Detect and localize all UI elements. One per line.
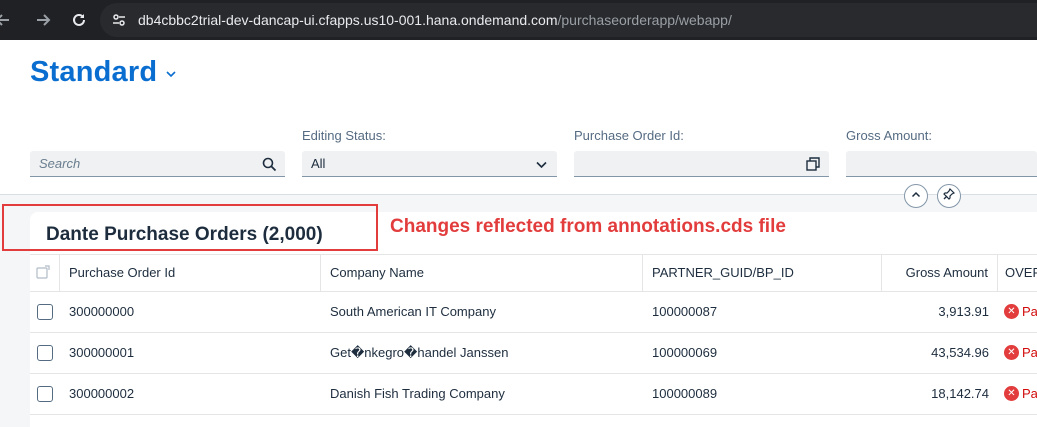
pin-header-button[interactable] [937,184,961,208]
chevron-down-icon[interactable] [165,67,177,85]
column-header-purchase-order-id[interactable]: Purchase Order Id [60,255,321,292]
editing-status-value: All [311,156,326,171]
forward-icon[interactable] [30,7,56,33]
row-checkbox[interactable] [37,345,53,361]
pin-icon [943,187,956,205]
column-header-gross-amount[interactable]: Gross Amount [882,255,998,292]
gross-amount-label: Gross Amount: [846,128,932,143]
editing-status-label: Editing Status: [302,128,386,143]
table-row[interactable]: 300000002 Danish Fish Trading Company 10… [30,374,1037,415]
table-header: Purchase Order Id Company Name PARTNER_G… [30,254,1037,292]
cell-company-name: Get�nkegro�handel Janssen [330,345,509,360]
select-all-cell[interactable] [30,255,60,292]
cell-gross-amount: 43,534.96 [931,345,989,360]
url-text[interactable]: db4cbbc2trial-dev-dancap-ui.cfapps.us10-… [138,12,732,28]
cell-bp-id: 100000089 [652,386,718,401]
search-icon[interactable] [260,155,278,173]
error-icon: ✕ [1004,386,1019,401]
purchase-order-id-input[interactable] [574,151,829,177]
chevron-up-icon [911,187,921,205]
cell-gross-amount: 3,913.91 [938,304,989,319]
status-text: Pa [1022,386,1037,401]
error-icon: ✕ [1004,345,1019,360]
reload-icon[interactable] [66,7,92,33]
value-help-icon[interactable] [804,155,822,173]
cell-purchase-order-id: 300000001 [69,345,135,360]
status-text: Pa [1022,345,1037,360]
url-host: db4cbbc2trial-dev-dancap-ui.cfapps.us10-… [138,12,558,28]
browser-toolbar: db4cbbc2trial-dev-dancap-ui.cfapps.us10-… [0,0,1037,40]
status-badge: ✕ Pa [1004,386,1037,401]
url-path: /purchaseorderapp/webapp/ [557,12,732,28]
row-checkbox[interactable] [37,304,53,320]
cell-bp-id: 100000069 [652,345,718,360]
column-header-company-name[interactable]: Company Name [321,255,643,292]
error-icon: ✕ [1004,304,1019,319]
annotation-text: Changes reflected from annotations.cds f… [390,216,786,237]
cell-bp-id: 100000087 [652,304,718,319]
variant-selector[interactable]: Standard [30,56,177,89]
status-badge: ✕ Pa [1004,345,1037,360]
purchase-order-id-label: Purchase Order Id: [574,128,684,143]
back-icon[interactable] [0,7,16,33]
cell-company-name: Danish Fish Trading Company [330,386,505,401]
column-header-overall-status[interactable]: OVER [998,255,1037,292]
chevron-down-icon[interactable] [532,155,550,173]
gross-amount-input[interactable] [846,151,1037,177]
variant-title: Standard [30,56,158,88]
collapse-header-button[interactable] [904,184,928,208]
cell-company-name: South American IT Company [330,304,496,319]
select-all-icon[interactable] [36,265,50,282]
status-badge: ✕ Pa [1004,304,1037,319]
cell-purchase-order-id: 300000002 [69,386,135,401]
status-text: Pa [1022,304,1037,319]
editing-status-select[interactable]: All [302,151,557,177]
annotation-highlight-box [2,204,378,251]
table-row[interactable]: 300000000 South American IT Company 1000… [30,292,1037,333]
cell-gross-amount: 18,142.74 [931,386,989,401]
search-placeholder: Search [39,156,81,171]
site-settings-icon[interactable] [108,9,130,31]
cell-purchase-order-id: 300000000 [69,304,135,319]
address-bar[interactable]: db4cbbc2trial-dev-dancap-ui.cfapps.us10-… [100,3,1037,37]
table-row[interactable]: 300000001 Get�nkegro�handel Janssen 1000… [30,333,1037,374]
search-input[interactable]: Search [30,151,285,177]
row-checkbox[interactable] [37,386,53,402]
column-header-partner-guid-bp-id[interactable]: PARTNER_GUID/BP_ID [643,255,882,292]
